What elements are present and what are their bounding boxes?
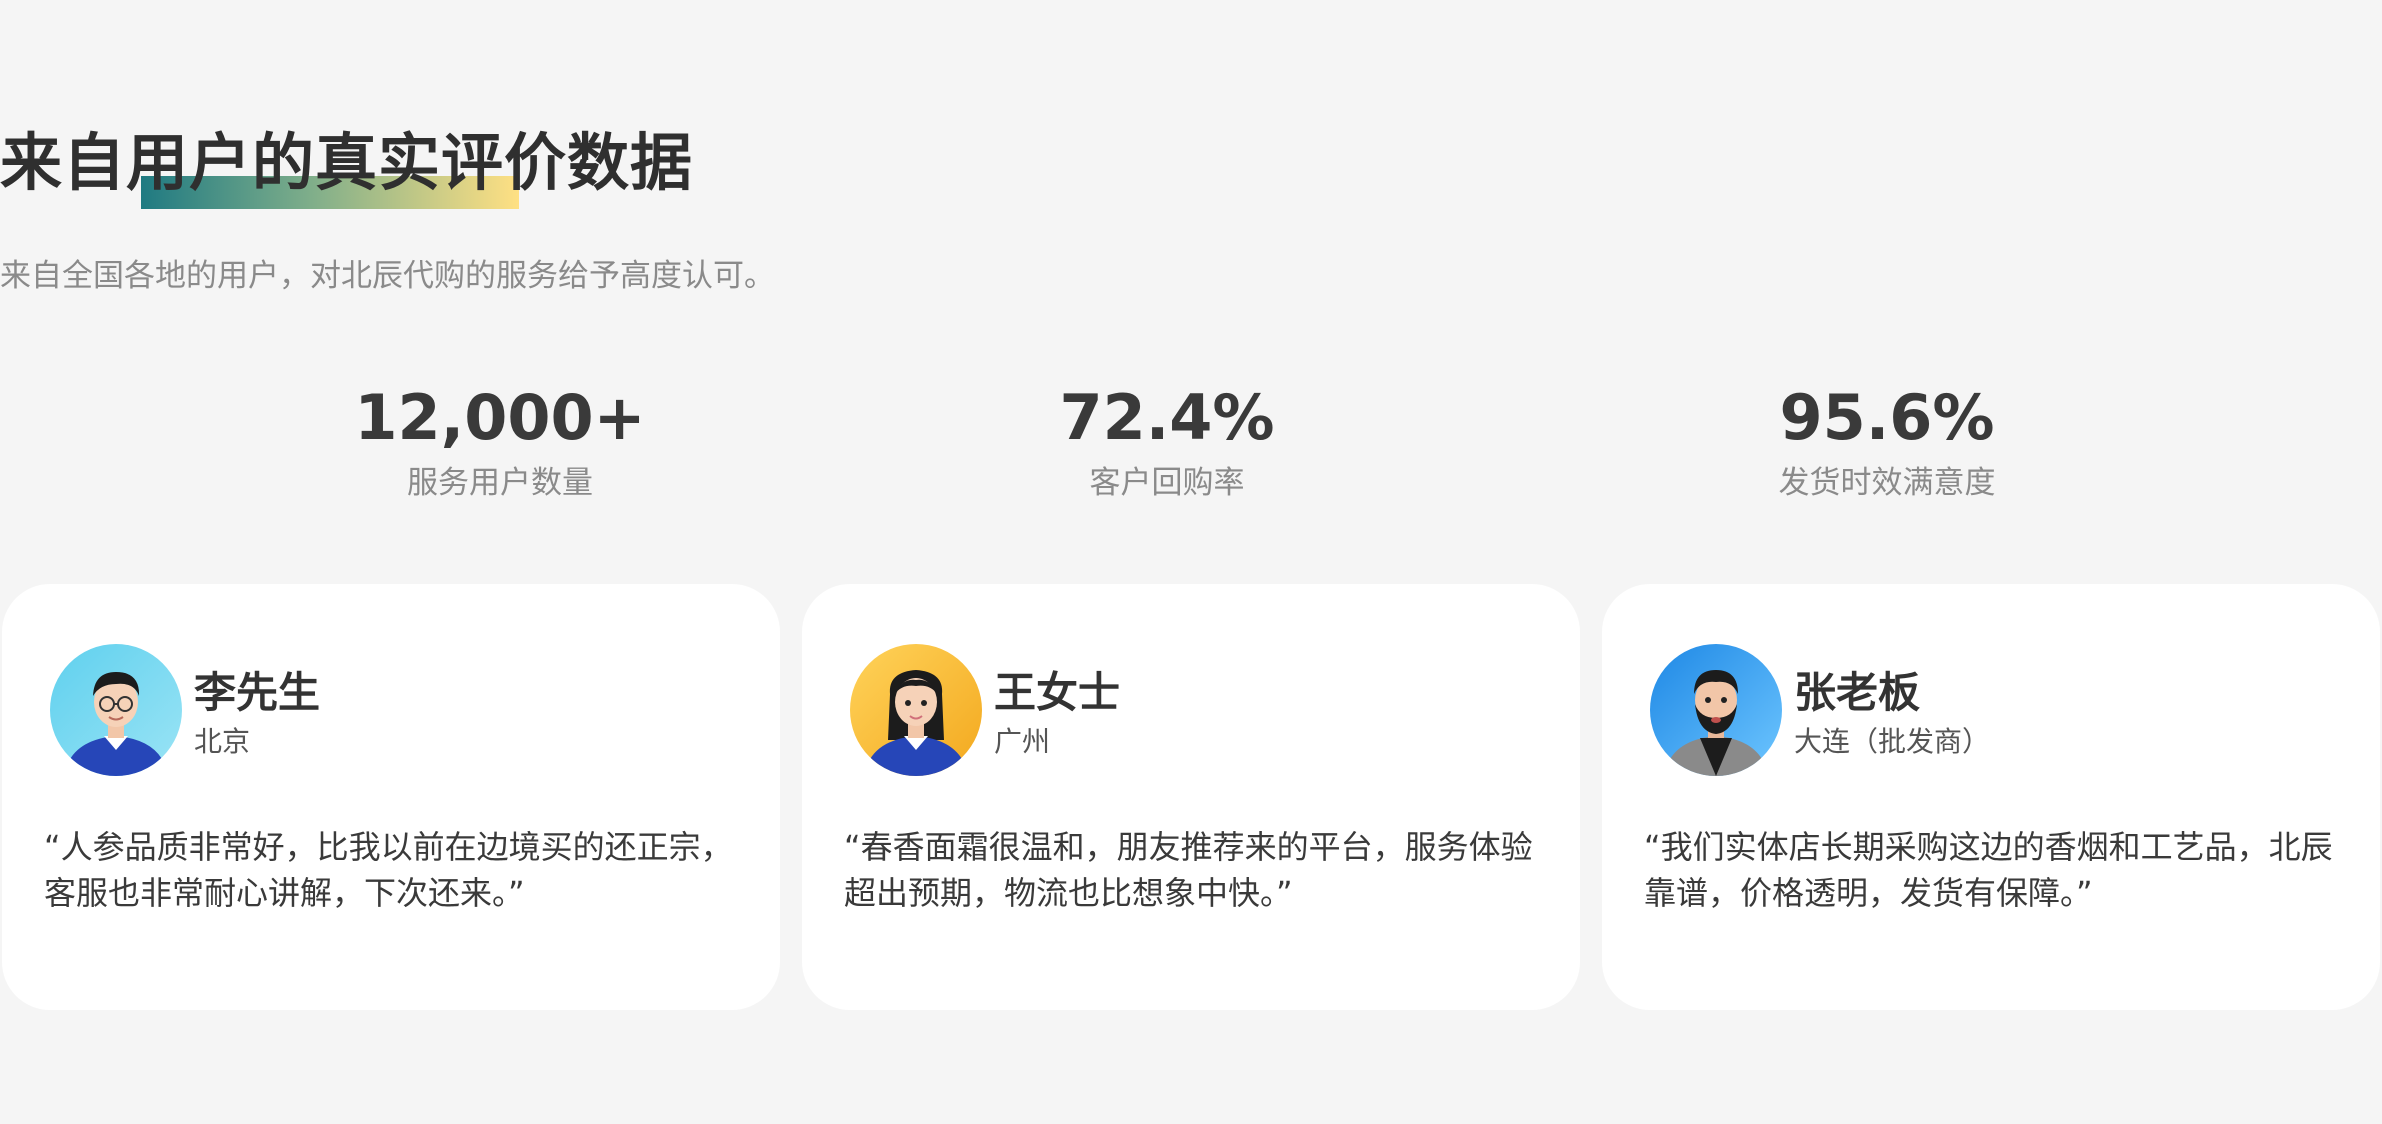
- stats-row: 12,000+ 服务用户数量 72.4% 客户回购率 95.6% 发货时效满意度: [0, 378, 2382, 518]
- testimonial-cards: 李先生 北京 “人参品质非常好，比我以前在边境买的还正宗，客服也非常耐心讲解，下…: [0, 584, 2382, 1010]
- user-location: 大连（批发商）: [1794, 725, 1991, 758]
- stat-shipping-satisfaction: 95.6% 发货时效满意度: [1647, 378, 2127, 508]
- review-text: “人参品质非常好，比我以前在边境买的还正宗，客服也非常耐心讲解，下次还来。”: [44, 828, 733, 912]
- page-subtitle: 来自全国各地的用户，对北辰代购的服务给予高度认可。: [0, 258, 775, 294]
- male-avatar-beard-icon: [1650, 644, 1782, 776]
- user-name: 李先生: [194, 668, 321, 717]
- user-name: 王女士: [994, 668, 1121, 717]
- stat-label: 客户回购率: [1089, 465, 1245, 501]
- review-text: “春香面霜很温和，朋友推荐来的平台，服务体验超出预期，物流也比想象中快。”: [844, 828, 1533, 912]
- stat-value: 12,000+: [354, 381, 646, 454]
- stat-value: 72.4%: [1059, 381, 1275, 454]
- review-text: “我们实体店长期采购这边的香烟和工艺品，北辰靠谱，价格透明，发货有保障。”: [1644, 828, 2333, 912]
- stat-value: 95.6%: [1779, 381, 1995, 454]
- user-location: 北京: [194, 725, 251, 758]
- testimonials-section: 来自用户的真实评价数据 来自全国各地的用户，对北辰代购的服务给予高度认可。 12…: [0, 0, 2382, 1124]
- stat-label: 服务用户数量: [407, 465, 593, 501]
- stat-repurchase-rate: 72.4% 客户回购率: [927, 378, 1407, 508]
- testimonial-card: 张老板 大连（批发商） “我们实体店长期采购这边的香烟和工艺品，北辰靠谱，价格透…: [1602, 584, 2380, 1010]
- stat-users: 12,000+ 服务用户数量: [260, 378, 740, 508]
- stat-label: 发货时效满意度: [1778, 465, 1996, 501]
- testimonial-card: 王女士 广州 “春香面霜很温和，朋友推荐来的平台，服务体验超出预期，物流也比想象…: [802, 584, 1580, 1010]
- title-block: 来自用户的真实评价数据: [0, 118, 694, 209]
- testimonial-card: 李先生 北京 “人参品质非常好，比我以前在边境买的还正宗，客服也非常耐心讲解，下…: [2, 584, 780, 1010]
- female-avatar-icon: [850, 644, 982, 776]
- user-name: 张老板: [1794, 668, 1921, 717]
- user-location: 广州: [994, 725, 1051, 758]
- page-title: 来自用户的真实评价数据: [0, 126, 694, 199]
- male-avatar-glasses-icon: [50, 644, 182, 776]
